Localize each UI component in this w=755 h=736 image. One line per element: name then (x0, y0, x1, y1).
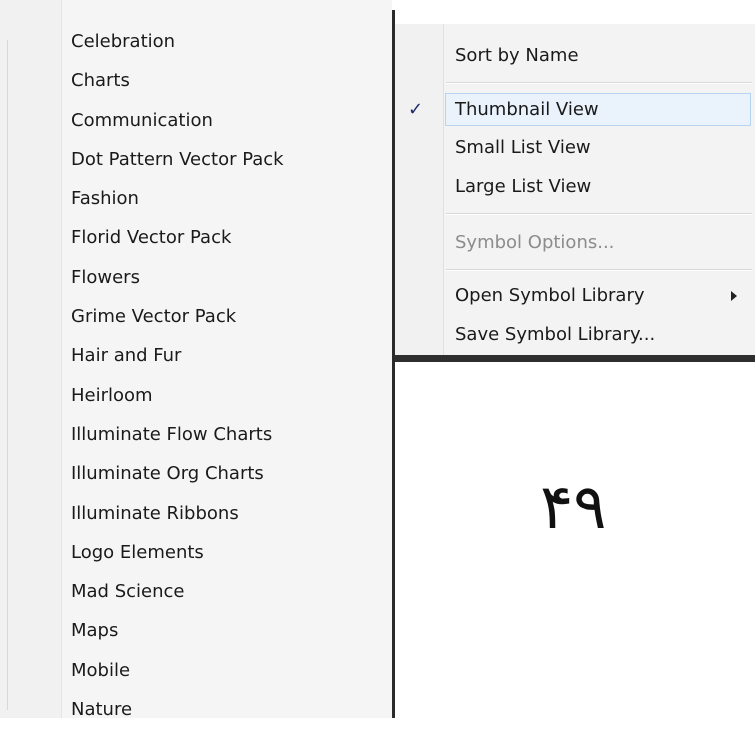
library-item-hair-and-fur[interactable]: Hair and Fur (71, 343, 284, 382)
library-item-dot-pattern-vector-pack[interactable]: Dot Pattern Vector Pack (71, 147, 284, 186)
library-item-mobile[interactable]: Mobile (71, 658, 284, 697)
library-item-maps[interactable]: Maps (71, 618, 284, 657)
library-item-celebration[interactable]: Celebration (71, 29, 284, 68)
menu-item-sort-by-name[interactable]: Sort by Name (395, 39, 755, 73)
menu-item-symbol-options: Symbol Options... (395, 226, 755, 260)
submenu-arrow-icon (731, 291, 737, 301)
menu-item-label: Large List View (455, 176, 592, 197)
library-item-florid-vector-pack[interactable]: Florid Vector Pack (71, 225, 284, 264)
menu-item-label: Open Symbol Library (455, 285, 645, 306)
menu-item-large-list-view[interactable]: Large List View (395, 170, 755, 204)
menu-icon-gutter (0, 0, 62, 718)
library-item-fashion[interactable]: Fashion (71, 186, 284, 225)
menu-item-small-list-view[interactable]: Small List View (395, 131, 755, 165)
menu-item-label: Small List View (455, 137, 591, 158)
menu-separator (446, 213, 752, 215)
menu-item-label: Thumbnail View (455, 99, 599, 120)
library-item-illuminate-org-charts[interactable]: Illuminate Org Charts (71, 461, 284, 500)
symbol-library-list-menu: Celebration Charts Communication Dot Pat… (0, 0, 392, 720)
library-item-logo-elements[interactable]: Logo Elements (71, 540, 284, 579)
menu-item-label: Sort by Name (455, 45, 579, 66)
menu-item-label: Save Symbol Library... (455, 324, 656, 345)
menu-item-label: Symbol Options... (455, 232, 615, 253)
menu-item-save-symbol-library[interactable]: Save Symbol Library... (395, 318, 755, 352)
library-item-nature[interactable]: Nature (71, 697, 284, 736)
context-menu-bottom-border (395, 355, 755, 362)
library-item-illuminate-ribbons[interactable]: Illuminate Ribbons (71, 501, 284, 540)
library-item-grime-vector-pack[interactable]: Grime Vector Pack (71, 304, 284, 343)
menu-item-thumbnail-view[interactable]: ✓ Thumbnail View (395, 93, 755, 127)
menu-separator (446, 269, 752, 271)
check-mark-icon: ✓ (408, 99, 424, 120)
library-item-communication[interactable]: Communication (71, 108, 284, 147)
menu-separator (446, 82, 752, 84)
symbols-panel-context-menu: Sort by Name ✓ Thumbnail View Small List… (395, 24, 755, 355)
library-item-mad-science[interactable]: Mad Science (71, 579, 284, 618)
library-item-illuminate-flow-charts[interactable]: Illuminate Flow Charts (71, 422, 284, 461)
menu-item-open-symbol-library[interactable]: Open Symbol Library (395, 279, 755, 313)
library-items: Celebration Charts Communication Dot Pat… (71, 29, 284, 736)
library-item-charts[interactable]: Charts (71, 68, 284, 107)
library-item-heirloom[interactable]: Heirloom (71, 383, 284, 422)
page-number: ۴۹ (540, 470, 607, 543)
library-item-flowers[interactable]: Flowers (71, 265, 284, 304)
